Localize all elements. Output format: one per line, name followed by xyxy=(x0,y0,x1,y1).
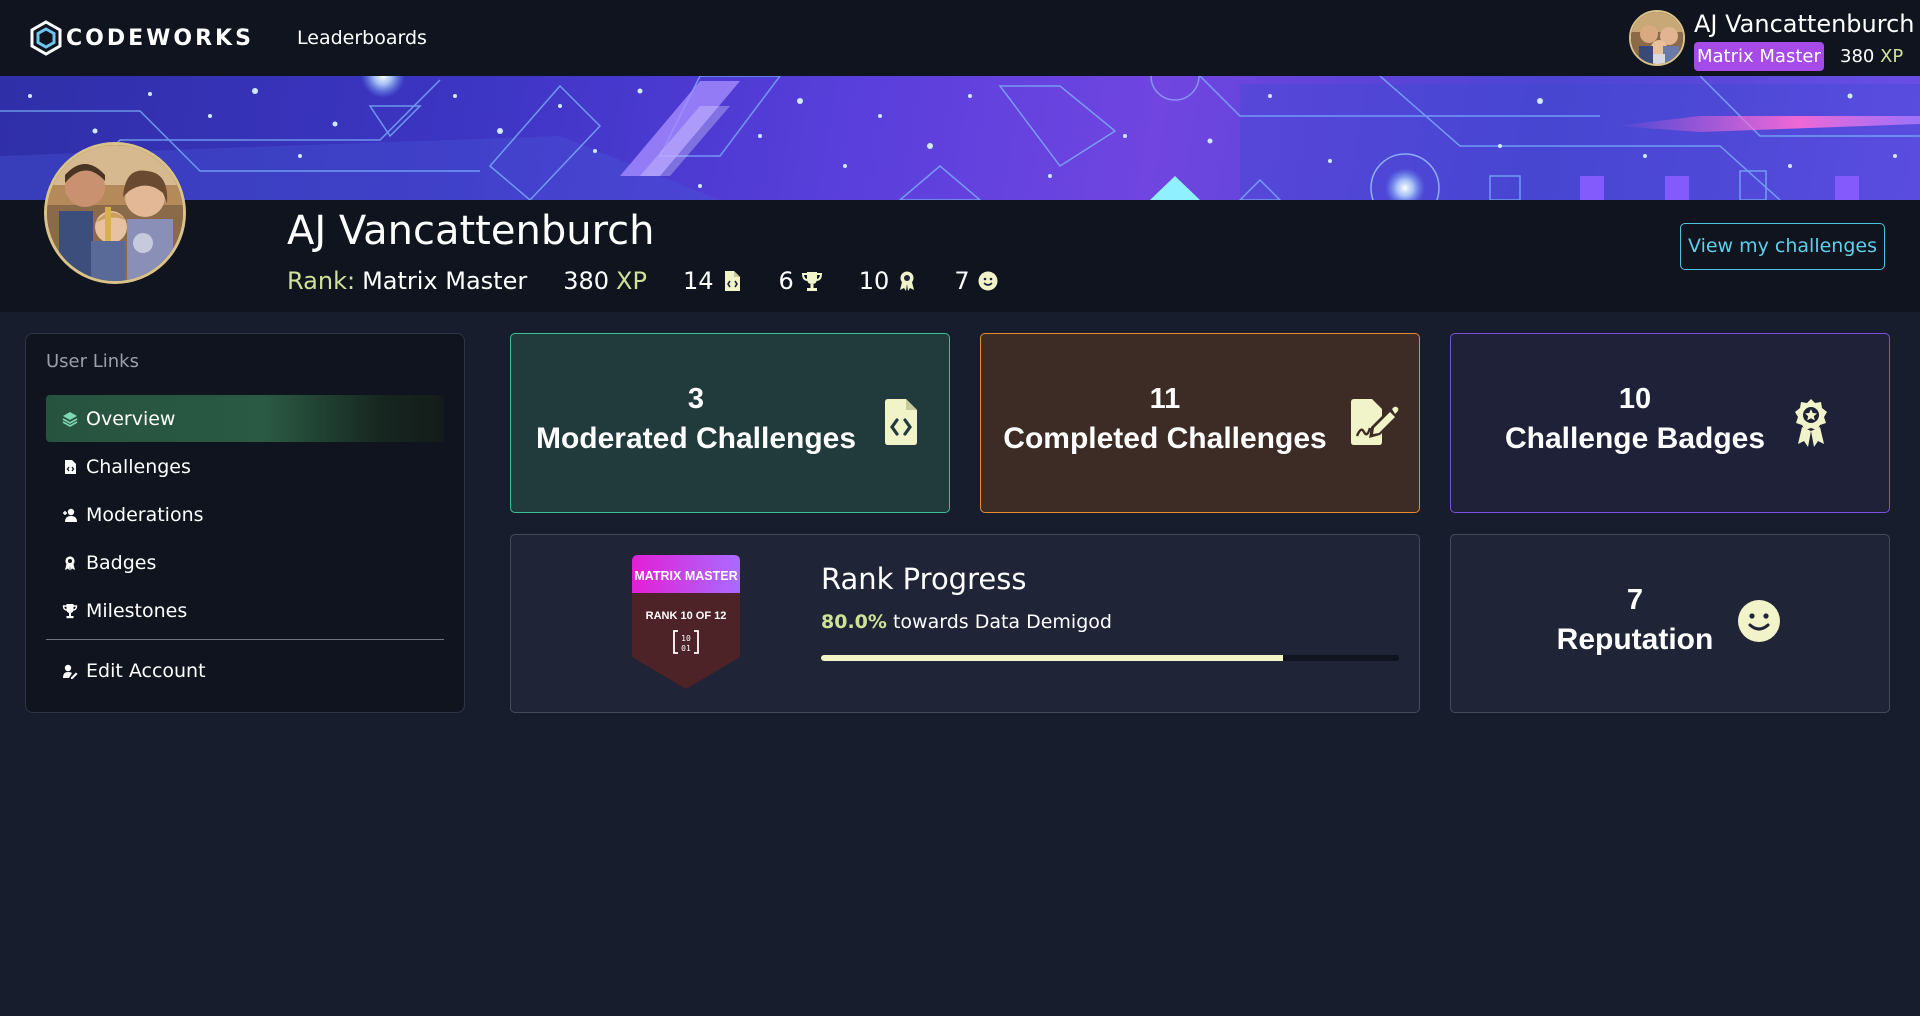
smile-icon xyxy=(1738,600,1780,642)
nav-xp: 380 XP xyxy=(1840,46,1903,67)
rank-shield-badge: MATRIX MASTER RANK 10 OF 12 10 01 xyxy=(632,555,740,689)
signature-icon xyxy=(1351,399,1399,445)
sidebar-item-moderations[interactable]: Moderations xyxy=(46,491,444,538)
nav-avatar[interactable] xyxy=(1629,10,1685,66)
award-icon xyxy=(900,271,915,291)
rank-progress-title: Rank Progress xyxy=(821,562,1027,596)
completed-challenges-text: 11 Completed Challenges xyxy=(981,381,1349,461)
moderated-challenges-text: 3 Moderated Challenges xyxy=(511,381,881,461)
view-my-challenges-button[interactable]: View my challenges xyxy=(1680,223,1885,270)
moderated-challenges-label: Moderated Challenges xyxy=(535,422,857,455)
challenge-badges-label: Challenge Badges xyxy=(1504,422,1766,455)
nav-username[interactable]: AJ Vancattenburch xyxy=(1694,10,1915,38)
award-icon xyxy=(1795,399,1827,447)
rank-progress-target: towards Data Demigod xyxy=(892,611,1112,633)
codeworks-logo-icon xyxy=(30,20,62,56)
smile-icon xyxy=(978,271,998,291)
challenge-badges-text: 10 Challenge Badges xyxy=(1451,381,1819,461)
award-icon xyxy=(65,555,75,570)
sidebar-item-label: Challenges xyxy=(86,455,191,478)
avatar-photo xyxy=(1631,12,1683,64)
sidebar-item-milestones[interactable]: Milestones xyxy=(46,587,444,634)
sidebar-item-label: Edit Account xyxy=(86,659,206,682)
sidebar-divider xyxy=(46,639,444,640)
shield-title: MATRIX MASTER xyxy=(634,569,737,583)
svg-text:10: 10 xyxy=(681,634,691,643)
profile-photo xyxy=(47,145,183,281)
logo[interactable]: CODEWORKS xyxy=(28,20,254,56)
rank-progress-fill xyxy=(821,655,1284,661)
top-navbar: CODEWORKS Leaderboards AJ Vancattenburch… xyxy=(0,0,1920,76)
layers-icon xyxy=(62,411,78,427)
shield-rank: RANK 10 OF 12 xyxy=(646,610,727,622)
challenge-badges-count: 10 xyxy=(1618,383,1652,415)
challenge-badges-card[interactable]: 10 Challenge Badges xyxy=(1450,333,1890,513)
rank-progress-subtitle: 80.0% towards Data Demigod xyxy=(821,611,1112,633)
rank-progress-bar xyxy=(821,655,1399,661)
nav-xp-unit: XP xyxy=(1880,46,1904,67)
circuit-pattern xyxy=(0,76,1920,200)
moderated-challenges-count: 3 xyxy=(687,383,705,415)
nav-xp-value: 380 xyxy=(1840,46,1875,67)
xp-unit: XP xyxy=(616,267,647,295)
completed-challenges-card[interactable]: 11 Completed Challenges xyxy=(980,333,1420,513)
reputation-card[interactable]: 7 Reputation xyxy=(1450,534,1890,713)
sidebar-item-badges[interactable]: Badges xyxy=(46,539,444,586)
user-plus-icon xyxy=(63,508,77,522)
trophy-icon xyxy=(62,603,78,618)
sidebar-item-label: Overview xyxy=(86,407,176,430)
completed-challenges-label: Completed Challenges xyxy=(1003,422,1327,455)
challenges-stat: 14 xyxy=(683,267,743,295)
moderated-challenges-card[interactable]: 3 Moderated Challenges xyxy=(510,333,950,513)
rank-progress-card: MATRIX MASTER RANK 10 OF 12 10 01 Rank P… xyxy=(510,534,1420,713)
completed-challenges-count: 11 xyxy=(1149,383,1181,415)
user-edit-icon xyxy=(63,664,78,679)
sidebar-item-label: Badges xyxy=(86,551,157,574)
profile-avatar xyxy=(44,142,186,284)
profile-banner xyxy=(0,76,1920,200)
milestones-count: 6 xyxy=(778,267,794,295)
sidebar-item-overview[interactable]: Overview xyxy=(46,395,444,442)
reputation-stat: 7 xyxy=(954,267,998,295)
challenges-count: 14 xyxy=(682,267,714,295)
logo-text: CODEWORKS xyxy=(66,25,254,51)
sidebar-item-challenges[interactable]: Challenges xyxy=(46,443,444,490)
file-code-icon xyxy=(724,271,740,291)
sidebar-item-label: Moderations xyxy=(86,503,204,526)
file-code-icon xyxy=(885,399,917,445)
nav-rank-badge: Matrix Master xyxy=(1694,42,1824,71)
rank-value: Matrix Master xyxy=(362,267,528,295)
profile-stats: Rank: Matrix Master 380 XP 14 6 10 7 xyxy=(287,266,999,296)
xp-value: 380 xyxy=(563,267,610,295)
xp-stat: 380 XP xyxy=(563,267,647,295)
user-links-sidebar: User Links Overview Challenges Moderatio… xyxy=(25,333,465,713)
nav-link-leaderboards[interactable]: Leaderboards xyxy=(297,27,427,49)
rank-label: Rank: xyxy=(287,267,356,295)
sidebar-item-label: Milestones xyxy=(86,599,188,622)
trophy-icon xyxy=(801,272,822,291)
sidebar-title: User Links xyxy=(46,351,139,372)
badges-count: 10 xyxy=(858,267,890,295)
rank-stat: Rank: Matrix Master xyxy=(287,267,527,295)
file-code-icon xyxy=(65,459,76,474)
milestones-stat: 6 xyxy=(779,267,823,295)
reputation-count: 7 xyxy=(954,267,970,295)
profile-name: AJ Vancattenburch xyxy=(287,208,655,254)
badges-stat: 10 xyxy=(859,267,919,295)
svg-text:01: 01 xyxy=(681,644,691,653)
sidebar-item-edit-account[interactable]: Edit Account xyxy=(46,647,444,694)
rank-progress-percent: 80.0% xyxy=(821,611,887,633)
